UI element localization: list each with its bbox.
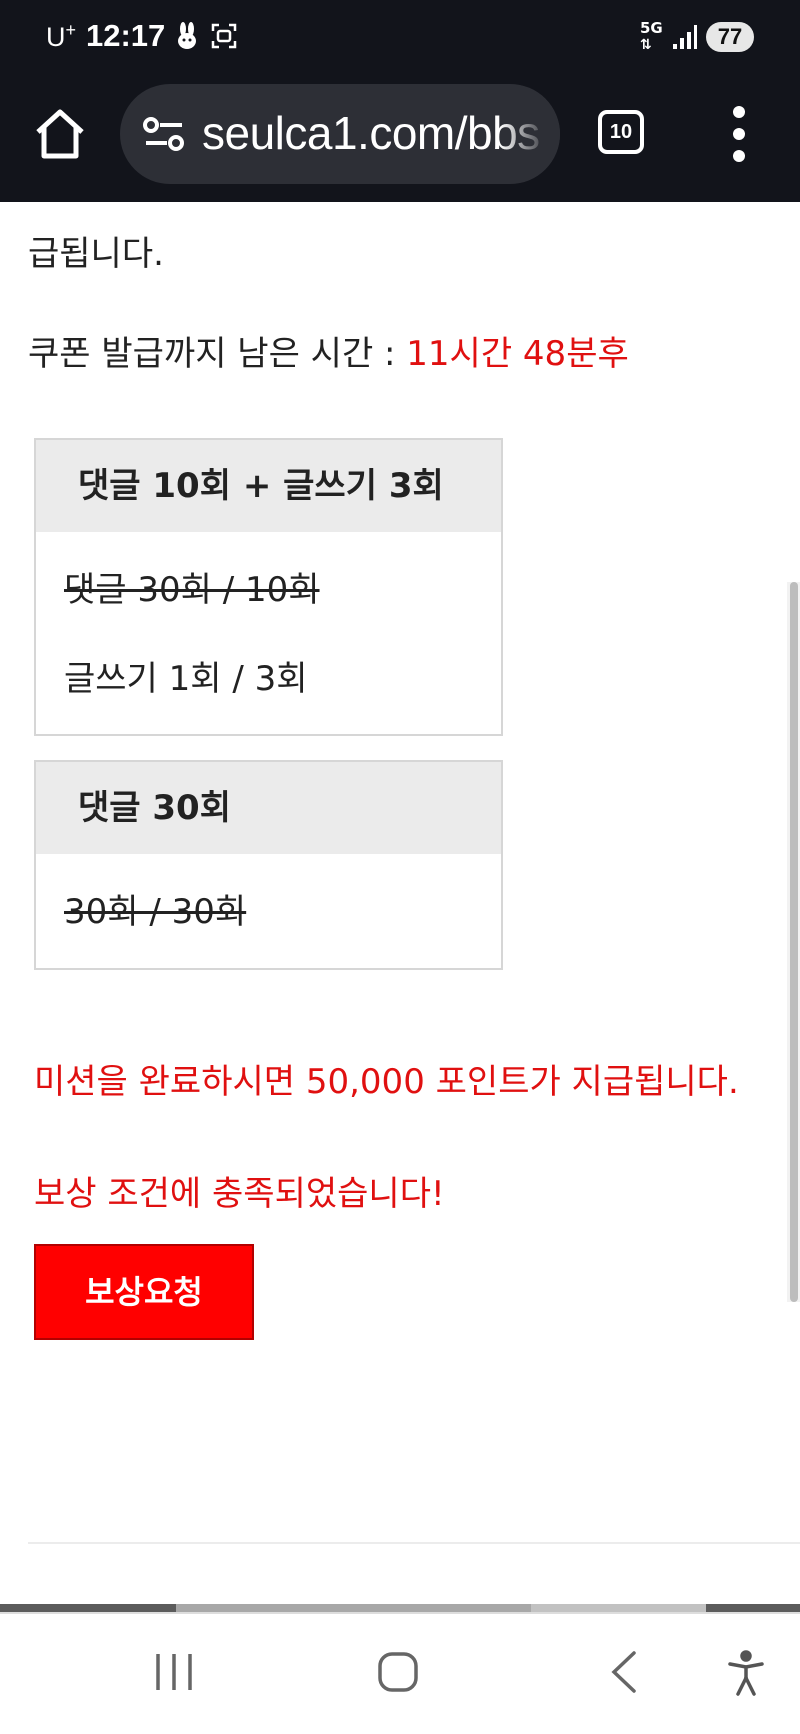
carrier-label: U+ — [46, 20, 77, 52]
bunny-icon — [176, 22, 198, 54]
intro-text-tail: 급됩니다. — [28, 234, 164, 274]
mission-box-1: 댓글 10회 + 글쓰기 3회 댓글 30회 / 10회 글쓰기 1회 / 3회 — [34, 438, 503, 736]
strip-segment — [531, 1604, 706, 1612]
reward-status: 보상 조건에 충족되었습니다! — [34, 1174, 445, 1214]
system-nav-bar — [0, 1612, 800, 1734]
signal-icon — [672, 22, 698, 54]
mission-title: 댓글 10회 + 글쓰기 3회 — [36, 440, 501, 532]
scrollbar-thumb[interactable] — [790, 582, 798, 1302]
url-fade — [500, 84, 560, 184]
home-icon[interactable] — [376, 1650, 420, 1698]
reward-request-button[interactable]: 보상요청 — [34, 1244, 254, 1340]
coupon-time: 11시간 48분후 — [406, 334, 629, 374]
reward-notice: 미션을 완료하시면 50,000 포인트가 지급됩니다. — [34, 1062, 739, 1102]
page-load-strip — [0, 1604, 800, 1612]
home-icon — [36, 109, 84, 159]
divider — [28, 1542, 800, 1544]
more-vert-icon[interactable] — [724, 106, 754, 162]
accessibility-icon[interactable] — [726, 1650, 766, 1700]
strip-segment — [176, 1604, 531, 1612]
site-settings-icon[interactable] — [142, 114, 186, 154]
network-5g-icon: 5G ⇅ — [640, 19, 663, 53]
tabs-button[interactable]: 10 — [598, 110, 644, 154]
address-bar[interactable]: seulca1.com/bbs — [120, 84, 560, 184]
back-icon[interactable] — [606, 1650, 642, 1698]
mission-item: 댓글 30회 / 10회 — [64, 570, 320, 610]
browser-toolbar: seulca1.com/bbs 10 — [0, 76, 800, 202]
mission-box-2: 댓글 30회 30회 / 30회 — [34, 760, 503, 970]
page-content: 급됩니다. 쿠폰 발급까지 남은 시간 : 11시간 48분후 댓글 10회 +… — [0, 202, 800, 1612]
clock: 12:17 — [86, 18, 166, 53]
home-button[interactable] — [30, 104, 90, 164]
mission-title: 댓글 30회 — [36, 762, 501, 854]
mission-item: 글쓰기 1회 / 3회 — [64, 659, 308, 699]
recents-icon[interactable] — [152, 1650, 196, 1698]
mission-item: 30회 / 30회 — [64, 892, 247, 932]
url-text: seulca1.com/bbs — [202, 107, 540, 159]
status-bar: U+ 12:17 5G ⇅ 77 — [0, 0, 800, 76]
coupon-countdown: 쿠폰 발급까지 남은 시간 : 11시간 48분후 — [28, 326, 629, 375]
screenshot-icon — [210, 22, 238, 54]
coupon-label: 쿠폰 발급까지 남은 시간 : — [28, 334, 407, 374]
battery-indicator: 77 — [706, 22, 754, 52]
